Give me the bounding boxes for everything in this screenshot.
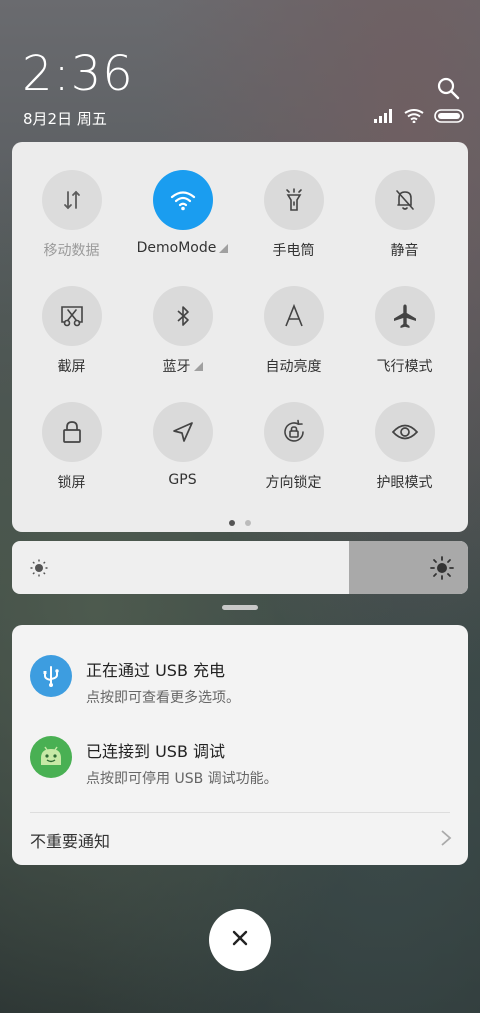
android-icon [30,736,72,778]
toggle-label: 静音 [391,240,419,260]
wifi-icon[interactable] [152,170,213,230]
notification-subtitle: 点按即可查看更多选项。 [86,690,240,706]
brightness-low-icon [30,559,48,581]
expand-triangle-icon[interactable] [219,243,229,253]
close-button[interactable] [209,909,271,971]
auto-brightness-icon[interactable] [263,286,324,346]
toggle-label-text: 静音 [390,243,419,259]
toggle-label-text: 自动亮度 [265,359,322,375]
page-dot-2 [245,520,251,526]
toggle-bluetooth[interactable]: 蓝牙 [127,286,238,376]
toggle-auto-brightness[interactable]: 自动亮度 [238,286,349,376]
quick-settings-panel: 移动数据 DemoMode 手电筒 静音截屏 蓝牙 自动亮度 飞行模式锁屏 GPS 方向锁定 护眼… [12,142,468,532]
unimportant-notifications-label[interactable]: 不重要通知 [30,828,110,852]
flashlight-icon[interactable] [263,170,324,230]
toggle-label: DemoMode [137,240,229,256]
battery-icon [434,108,464,127]
toggle-label: 蓝牙 [163,356,203,376]
signal-icon [374,108,394,127]
search-icon[interactable] [436,76,460,100]
notification-title: 已连接到 USB 调试 [86,742,226,761]
wifi-status-icon [404,108,424,127]
toggle-label-text: 截屏 [57,359,86,375]
toggle-label-text: 飞行模式 [376,359,433,375]
toggle-label: 方向锁定 [266,472,322,492]
toggle-label-text: 方向锁定 [265,475,322,491]
toggle-lock[interactable]: 锁屏 [16,402,127,492]
toggle-label-text: 蓝牙 [162,359,191,375]
toggle-screenshot[interactable]: 截屏 [16,286,127,376]
toggle-mobile-data[interactable]: 移动数据 [16,170,127,260]
eye-icon[interactable] [374,402,435,462]
toggle-label: 护眼模式 [377,472,433,492]
divider [30,812,450,813]
gps-icon[interactable] [152,402,213,462]
airplane-icon[interactable] [374,286,435,346]
rotation-lock-icon[interactable] [263,402,324,462]
quick-settings-grid: 移动数据 DemoMode 手电筒 静音截屏 蓝牙 自动亮度 飞行模式锁屏 GPS 方向锁定 护眼… [12,170,472,492]
screenshot-icon[interactable] [41,286,102,346]
mute-bell-icon[interactable] [374,170,435,230]
clock: 2:36 [22,46,134,102]
toggle-label: 飞行模式 [377,356,433,376]
toggle-label-text: 手电筒 [272,243,315,259]
toggle-label: 自动亮度 [266,356,322,376]
toggle-label: GPS [168,472,196,488]
notification-usb-charging[interactable]: 正在通过 USB 充电 点按即可查看更多选项。 [30,655,450,707]
toggle-label-text: 护眼模式 [376,475,433,491]
page-dot-1 [229,520,235,526]
drag-handle[interactable] [222,605,258,610]
toggle-label: 锁屏 [58,472,86,492]
expand-triangle-icon[interactable] [193,361,203,371]
notification-subtitle: 点按即可停用 USB 调试功能。 [86,771,278,787]
toggle-mute-bell[interactable]: 静音 [349,170,460,260]
date: 8月2日 周五 [23,110,107,128]
toggle-label-text: DemoMode [136,240,217,256]
mobile-data-icon[interactable] [41,170,102,230]
chevron-right-icon[interactable] [440,829,452,851]
toggle-eye[interactable]: 护眼模式 [349,402,460,492]
toggle-label: 移动数据 [44,240,100,260]
toggle-label: 手电筒 [273,240,315,260]
close-icon [231,929,249,951]
toggle-flashlight[interactable]: 手电筒 [238,170,349,260]
toggle-label: 截屏 [58,356,86,376]
toggle-airplane[interactable]: 飞行模式 [349,286,460,376]
bluetooth-icon[interactable] [152,286,213,346]
brightness-high-icon [430,556,454,584]
status-icons [374,108,464,127]
toggle-label-text: GPS [168,472,197,488]
notification-card: 正在通过 USB 充电 点按即可查看更多选项。 已连接到 USB 调试 点按即可… [12,625,468,865]
lock-icon[interactable] [41,402,102,462]
toggle-label-text: 移动数据 [43,243,100,259]
notification-usb-debugging[interactable]: 已连接到 USB 调试 点按即可停用 USB 调试功能。 [30,736,450,788]
page-indicator [12,520,468,526]
notification-title: 正在通过 USB 充电 [86,661,226,680]
toggle-wifi[interactable]: DemoMode [127,170,238,260]
toggle-gps[interactable]: GPS [127,402,238,492]
usb-icon [30,655,72,697]
brightness-slider[interactable] [12,541,468,594]
toggle-label-text: 锁屏 [57,475,86,491]
toggle-rotation-lock[interactable]: 方向锁定 [238,402,349,492]
